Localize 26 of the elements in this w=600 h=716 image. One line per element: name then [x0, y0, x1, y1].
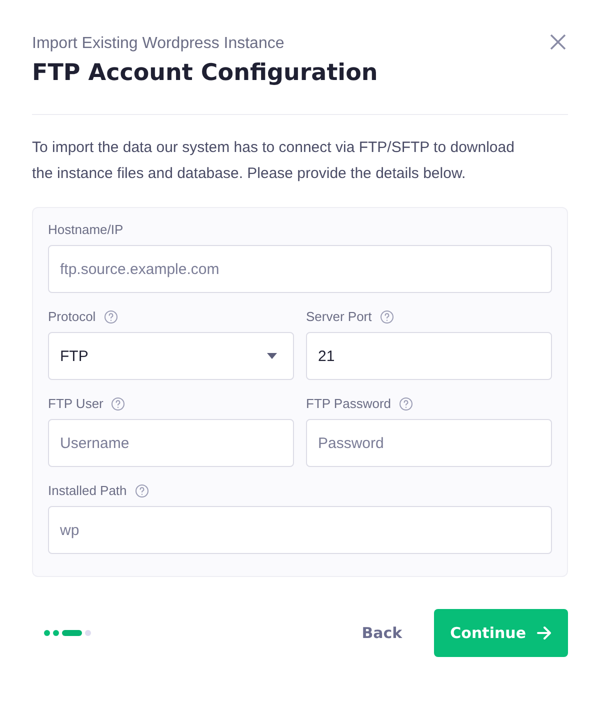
- field-label: Server Port: [306, 309, 372, 324]
- field-label: Protocol: [48, 309, 96, 324]
- field-label: Hostname/IP: [48, 222, 124, 237]
- field-label: FTP Password: [306, 396, 392, 411]
- close-button[interactable]: [548, 32, 568, 52]
- input-field[interactable]: Username: [48, 419, 294, 467]
- protocol-select[interactable]: FTP: [48, 332, 294, 380]
- input-field[interactable]: 21: [306, 332, 552, 380]
- dialog-title: FTP Account Configuration: [32, 60, 378, 86]
- step-indicator: [44, 630, 91, 636]
- field-label: FTP User: [48, 396, 104, 411]
- close-icon: [550, 34, 566, 50]
- input-field[interactable]: wp: [48, 506, 552, 554]
- back-button[interactable]: Back: [356, 623, 408, 643]
- arrow-right-icon: [536, 625, 552, 641]
- help-icon[interactable]: [380, 310, 394, 324]
- help-icon[interactable]: [111, 396, 126, 410]
- field-label: Installed Path: [48, 483, 127, 498]
- dialog-subtitle: Import Existing Wordpress Instance: [32, 34, 286, 54]
- intro-text: To import the data our system has to connect via FTP/SFTP to download the instance files and database. Please provide the details below.: [32, 138, 516, 184]
- help-icon[interactable]: [134, 484, 149, 498]
- input-field[interactable]: ftp.source.example.com: [48, 245, 552, 293]
- input-field[interactable]: Password: [306, 419, 552, 467]
- caret-icon: [267, 353, 277, 359]
- help-icon[interactable]: [399, 396, 414, 410]
- help-icon[interactable]: [104, 310, 118, 324]
